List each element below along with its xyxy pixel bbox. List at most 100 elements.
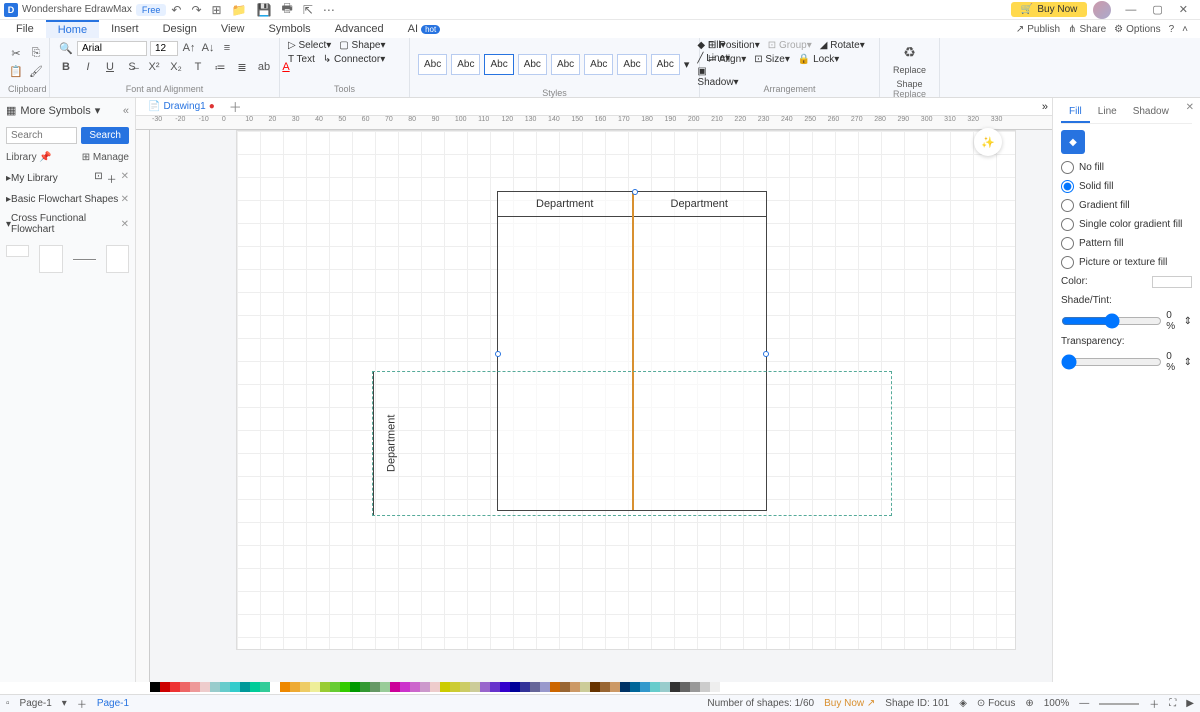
search-input[interactable]	[6, 127, 77, 144]
color-swatch[interactable]	[170, 682, 180, 692]
italic-icon[interactable]: I	[80, 59, 96, 75]
menu-home[interactable]: Home	[46, 20, 99, 38]
rp-tab-line[interactable]: Line	[1090, 102, 1125, 123]
radio-pattern[interactable]	[1061, 237, 1074, 250]
horizontal-swimlane[interactable]: Department	[372, 371, 892, 516]
color-swatch[interactable]	[360, 682, 370, 692]
shape-thumb-3[interactable]	[73, 259, 96, 261]
connector-button[interactable]: ↳ Connector▾	[323, 54, 385, 65]
color-swatch[interactable]	[150, 682, 160, 692]
color-swatch[interactable]	[440, 682, 450, 692]
color-swatch[interactable]	[700, 682, 710, 692]
redo-icon[interactable]: ↷	[186, 1, 206, 19]
menu-advanced[interactable]: Advanced	[323, 21, 396, 37]
style-2[interactable]: Abc	[451, 54, 480, 75]
fill-tool-icon[interactable]: ◆	[1061, 130, 1085, 154]
trans-slider[interactable]	[1061, 354, 1162, 370]
bullets-icon[interactable]: ≔	[212, 59, 228, 75]
color-swatch[interactable]	[600, 682, 610, 692]
color-swatch[interactable]	[1152, 276, 1192, 288]
color-swatch[interactable]	[180, 682, 190, 692]
color-swatch[interactable]	[480, 682, 490, 692]
color-swatch[interactable]	[570, 682, 580, 692]
export-icon[interactable]: ⇱	[298, 1, 318, 19]
tab-add-icon[interactable]: ＋	[229, 98, 242, 116]
options-button[interactable]: ⚙ Options	[1114, 24, 1160, 35]
color-swatch[interactable]	[710, 682, 720, 692]
help-icon[interactable]: ?	[1169, 24, 1175, 35]
style-4[interactable]: Abc	[518, 54, 547, 75]
more-icon[interactable]: ⋯	[318, 1, 340, 19]
paste-icon[interactable]: 📋	[8, 63, 24, 79]
strike-icon[interactable]: S̶	[124, 59, 140, 75]
rp-tab-fill[interactable]: Fill	[1061, 102, 1090, 123]
color-swatch[interactable]	[290, 682, 300, 692]
color-swatch[interactable]	[220, 682, 230, 692]
menu-view[interactable]: View	[209, 21, 257, 37]
style-7[interactable]: Abc	[617, 54, 646, 75]
color-swatch[interactable]	[530, 682, 540, 692]
lane-head-1[interactable]: Department	[498, 192, 632, 217]
color-swatch[interactable]	[670, 682, 680, 692]
shade-slider[interactable]	[1061, 313, 1162, 329]
color-swatch[interactable]	[550, 682, 560, 692]
zoom-in-icon[interactable]: ＋	[1149, 696, 1159, 711]
style-3[interactable]: Abc	[484, 54, 513, 75]
underline-icon[interactable]: U	[102, 59, 118, 75]
shape-thumb-1[interactable]	[6, 245, 29, 257]
lock-button[interactable]: 🔒 Lock▾	[798, 54, 839, 65]
color-bar[interactable]	[0, 682, 1200, 694]
new-icon[interactable]: ⊞	[207, 1, 227, 19]
color-swatch[interactable]	[310, 682, 320, 692]
style-8[interactable]: Abc	[651, 54, 680, 75]
color-swatch[interactable]	[450, 682, 460, 692]
position-button[interactable]: ⊞ Position▾	[708, 40, 760, 51]
bold-icon[interactable]: B	[58, 59, 74, 75]
publish-button[interactable]: ↗ Publish	[1016, 24, 1060, 35]
canvas[interactable]: Department Department Department	[236, 130, 1016, 650]
size-input[interactable]	[150, 41, 178, 56]
h-lane-head[interactable]: Department	[373, 372, 409, 515]
align-text-icon[interactable]: ≡	[219, 40, 235, 56]
mylib-section[interactable]: ▸ My Library⊡＋✕	[0, 167, 135, 190]
collapse-ribbon-icon[interactable]: ˄	[1182, 24, 1188, 35]
open-icon[interactable]: 📁	[227, 1, 252, 19]
menu-ai[interactable]: AI hot	[396, 21, 453, 37]
buy-now-button[interactable]: 🛒 Buy Now	[1011, 2, 1087, 17]
color-swatch[interactable]	[370, 682, 380, 692]
radio-solid[interactable]	[1061, 180, 1074, 193]
menu-symbols[interactable]: Symbols	[257, 21, 323, 37]
color-swatch[interactable]	[270, 682, 280, 692]
radio-gradient[interactable]	[1061, 199, 1074, 212]
page-add-icon[interactable]: ＋	[77, 696, 87, 711]
basic-close-icon[interactable]: ✕	[121, 194, 129, 205]
print-icon[interactable]: 🖶	[276, 0, 297, 22]
copy-icon[interactable]: ⎘	[28, 45, 44, 61]
basic-flowchart-section[interactable]: ▸ Basic Flowchart Shapes✕	[0, 190, 135, 209]
more-symbols-title[interactable]: More Symbols	[20, 105, 90, 117]
color-swatch[interactable]	[510, 682, 520, 692]
close-icon[interactable]: ✕	[1171, 1, 1196, 18]
menu-insert[interactable]: Insert	[99, 21, 151, 37]
color-swatch[interactable]	[500, 682, 510, 692]
close-panel-icon[interactable]: ✕	[1186, 102, 1194, 113]
color-swatch[interactable]	[160, 682, 170, 692]
color-swatch[interactable]	[640, 682, 650, 692]
save-icon[interactable]: 💾	[252, 1, 277, 19]
format-painter-icon[interactable]: 🖌	[28, 63, 44, 79]
collapse-left-icon[interactable]: «	[123, 105, 129, 117]
color-swatch[interactable]	[400, 682, 410, 692]
radio-single[interactable]	[1061, 218, 1074, 231]
color-swatch[interactable]	[260, 682, 270, 692]
color-swatch[interactable]	[350, 682, 360, 692]
trans-stepper[interactable]: ⇕	[1184, 357, 1192, 368]
style-6[interactable]: Abc	[584, 54, 613, 75]
color-swatch[interactable]	[540, 682, 550, 692]
library-label[interactable]: Library 📌	[6, 152, 52, 163]
color-swatch[interactable]	[200, 682, 210, 692]
font-input[interactable]	[77, 41, 147, 56]
minimize-icon[interactable]: —	[1117, 2, 1144, 18]
shape-thumb-4[interactable]	[106, 245, 129, 273]
size-button[interactable]: ⊡ Size▾	[754, 54, 790, 65]
color-swatch[interactable]	[590, 682, 600, 692]
